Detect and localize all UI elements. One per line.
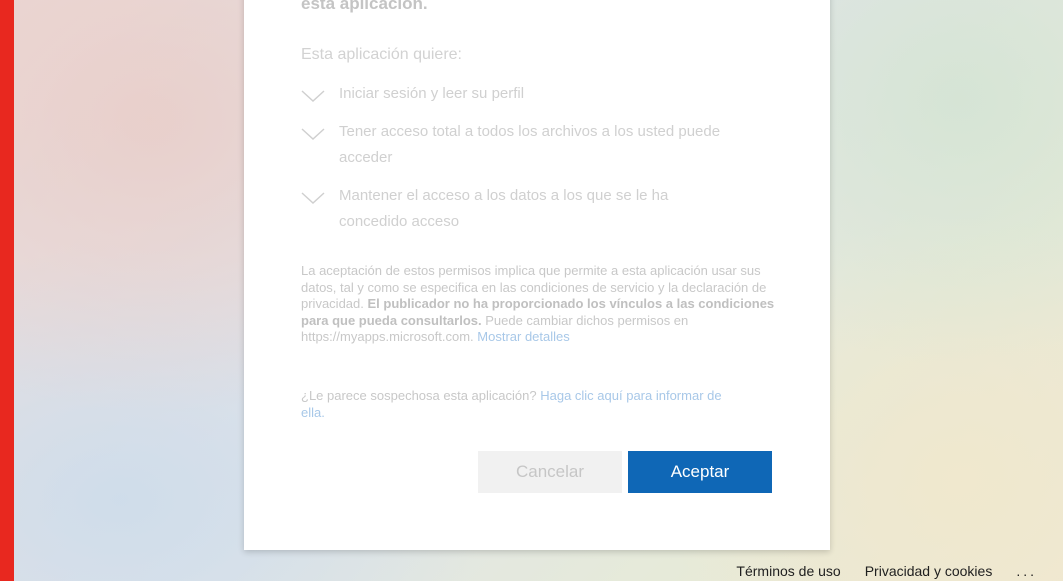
page-background: esta aplicación. Esta aplicación quiere:… [0,0,1063,581]
permissions-subheading: Esta aplicación quiere: [301,46,462,63]
chevron-down-icon [301,128,325,140]
permissions-dialog: esta aplicación. Esta aplicación quiere:… [244,0,830,550]
footer: Términos de uso Privacidad y cookies ... [712,563,1037,579]
permission-item-files[interactable]: Tener acceso total a todos los archivos … [301,123,741,171]
dialog-heading: esta aplicación. [301,0,428,13]
red-edge-strip [0,0,14,581]
consent-text: La aceptación de estos permisos implica … [301,263,776,346]
permission-label: Mantener el acceso a los datos a los que… [339,187,669,230]
permission-item-profile[interactable]: Iniciar sesión y leer su perfil [301,85,741,107]
privacy-cookies-link[interactable]: Privacidad y cookies [865,563,993,579]
more-options-icon[interactable]: ... [1016,563,1037,579]
permission-label: Iniciar sesión y leer su perfil [339,85,525,102]
permission-label: Tener acceso total a todos los archivos … [339,123,721,166]
cancel-button[interactable]: Cancelar [478,451,622,493]
chevron-down-icon [301,90,325,102]
suspicious-app-text: ¿Le parece sospechosa esta aplicación? H… [301,388,741,421]
terms-of-use-link[interactable]: Términos de uso [736,563,840,579]
accept-button[interactable]: Aceptar [628,451,772,493]
suspicious-question: ¿Le parece sospechosa esta aplicación? [301,388,541,403]
chevron-down-icon [301,192,325,204]
permission-item-offline-access[interactable]: Mantener el acceso a los datos a los que… [301,187,741,235]
show-details-link[interactable]: Mostrar detalles [477,329,569,344]
